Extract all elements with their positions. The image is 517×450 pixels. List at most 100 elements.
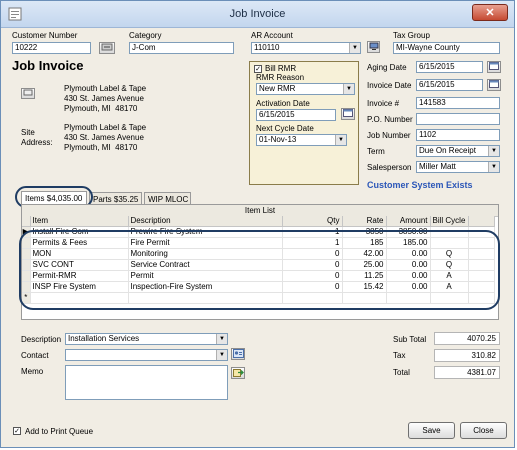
- rmr-panel: ✓ Bill RMR RMR Reason New RMR ▼ Activati…: [249, 61, 359, 185]
- invoice-date-field[interactable]: 6/15/2015: [416, 79, 483, 91]
- ar-account-value: 110110: [254, 43, 280, 52]
- customer-number-field[interactable]: 10222: [12, 42, 91, 54]
- description-select[interactable]: Installation Services ▼: [65, 333, 228, 345]
- site-name: Plymouth Label & Tape: [64, 123, 147, 132]
- invoice-number-field[interactable]: 141583: [416, 97, 500, 109]
- aging-calendar-button[interactable]: [487, 61, 501, 73]
- site-city: Plymouth, MI 48170: [64, 143, 138, 152]
- total-label: Total: [393, 368, 410, 377]
- site-address: Plymouth Label & Tape 430 St. James Aven…: [64, 123, 146, 153]
- close-button[interactable]: Close: [460, 422, 507, 439]
- bill-to-city: Plymouth, MI 48170: [64, 104, 138, 113]
- term-select[interactable]: Due On Receipt ▼: [416, 145, 500, 157]
- category-field[interactable]: J-Com: [129, 42, 234, 54]
- ar-account-lookup-button[interactable]: [367, 41, 380, 53]
- activation-calendar-button[interactable]: [341, 108, 355, 120]
- col-rate-header[interactable]: Rate: [342, 216, 387, 227]
- col-bill-cycle-header[interactable]: Bill Cycle: [430, 216, 469, 227]
- job-number-label: Job Number: [367, 131, 411, 140]
- po-number-field[interactable]: [416, 113, 500, 125]
- print-queue-checkbox[interactable]: ✓: [13, 427, 21, 435]
- aging-date-field[interactable]: 6/15/2015: [416, 61, 483, 73]
- filler-header: [468, 216, 495, 227]
- next-cycle-date-select[interactable]: 01-Nov-13 ▼: [256, 134, 347, 146]
- invoice-date-calendar-button[interactable]: [487, 79, 501, 91]
- description-value: Installation Services: [68, 334, 140, 343]
- page-heading: Job Invoice: [12, 58, 84, 73]
- calendar-icon: [343, 109, 353, 117]
- subtotal-value: 4070.25: [434, 332, 500, 345]
- contact-card-icon: [232, 349, 244, 358]
- customer-system-link[interactable]: Customer System Exists: [367, 180, 473, 190]
- site-address-label: Site Address:: [21, 128, 53, 147]
- chevron-down-icon[interactable]: ▼: [216, 350, 227, 360]
- col-amount-header[interactable]: Amount: [386, 216, 431, 227]
- site-street: 430 St. James Avenue: [64, 133, 144, 142]
- job-invoice-window: Job Invoice ✕ Customer Number 10222 Cate…: [0, 0, 515, 448]
- category-label: Category: [129, 31, 162, 40]
- salesperson-select[interactable]: Miller Matt ▼: [416, 161, 500, 173]
- row-selector-header: [22, 216, 31, 227]
- next-cycle-date-label: Next Cycle Date: [256, 124, 314, 133]
- memo-field[interactable]: [65, 365, 228, 400]
- bill-rmr-label: Bill RMR: [265, 64, 297, 73]
- chevron-down-icon[interactable]: ▼: [343, 84, 354, 94]
- term-label: Term: [367, 147, 385, 156]
- bill-rmr-checkbox[interactable]: ✓: [254, 65, 262, 73]
- aging-date-label: Aging Date: [367, 63, 407, 72]
- rmr-reason-select[interactable]: New RMR ▼: [256, 83, 355, 95]
- rmr-reason-label: RMR Reason: [256, 73, 305, 82]
- customer-search-button[interactable]: [99, 42, 115, 54]
- col-qty-header[interactable]: Qty: [282, 216, 343, 227]
- tax-group-field[interactable]: MI-Wayne County: [393, 42, 500, 54]
- chevron-down-icon[interactable]: ▼: [488, 162, 499, 172]
- rmr-reason-value: New RMR: [259, 84, 296, 93]
- bill-to-name: Plymouth Label & Tape: [64, 84, 147, 93]
- contact-select[interactable]: ▼: [65, 349, 228, 361]
- ar-account-select[interactable]: 110110 ▼: [251, 42, 361, 54]
- total-value: 4381.07: [434, 366, 500, 379]
- invoice-number-label: Invoice #: [367, 99, 400, 108]
- salesperson-label: Salesperson: [367, 163, 412, 172]
- contact-label: Contact: [21, 351, 49, 360]
- title-bar: Job Invoice ✕: [1, 1, 514, 28]
- next-cycle-date-value: 01-Nov-13: [259, 135, 297, 144]
- chevron-down-icon[interactable]: ▼: [349, 43, 360, 53]
- print-queue-label: Add to Print Queue: [25, 427, 94, 436]
- chevron-down-icon[interactable]: ▼: [335, 135, 346, 145]
- grid-rows-highlight: [19, 230, 500, 310]
- search-icon: [101, 43, 113, 51]
- contact-card-icon: [23, 89, 33, 96]
- chevron-down-icon[interactable]: ▼: [216, 334, 227, 344]
- tax-group-label: Tax Group: [393, 31, 430, 40]
- invoice-date-label: Invoice Date: [367, 81, 412, 90]
- salesperson-value: Miller Matt: [419, 162, 456, 171]
- col-description-header[interactable]: Description: [128, 216, 283, 227]
- window-title: Job Invoice: [229, 8, 286, 20]
- tax-label: Tax: [393, 351, 406, 360]
- description-label: Description: [21, 335, 62, 344]
- po-number-label: P.O. Number: [367, 115, 413, 124]
- job-number-field[interactable]: 1102: [416, 129, 500, 141]
- close-icon[interactable]: ✕: [472, 4, 508, 21]
- memo-label: Memo: [21, 367, 44, 376]
- term-value: Due On Receipt: [419, 146, 476, 155]
- bill-to-street: 430 St. James Avenue: [64, 94, 144, 103]
- ar-account-label: AR Account: [251, 31, 293, 40]
- customer-number-label: Customer Number: [12, 31, 78, 40]
- table-header-row: Item Description Qty Rate Amount Bill Cy…: [22, 216, 495, 227]
- bill-to-address: Plymouth Label & Tape 430 St. James Aven…: [64, 84, 146, 114]
- calendar-icon: [489, 80, 499, 88]
- activation-date-label: Activation Date: [256, 99, 310, 108]
- subtotal-label: Sub Total: [393, 335, 427, 344]
- col-item-header[interactable]: Item: [30, 216, 129, 227]
- monitor-icon: [369, 42, 378, 50]
- memo-add-icon: [232, 369, 244, 377]
- contact-card-button[interactable]: [231, 348, 245, 360]
- chevron-down-icon[interactable]: ▼: [488, 146, 499, 156]
- bill-to-edit-button[interactable]: [21, 88, 35, 99]
- save-button[interactable]: Save: [408, 422, 455, 439]
- activation-date-field[interactable]: 6/15/2015: [256, 109, 336, 121]
- calendar-icon: [489, 62, 499, 70]
- memo-add-button[interactable]: [231, 367, 245, 379]
